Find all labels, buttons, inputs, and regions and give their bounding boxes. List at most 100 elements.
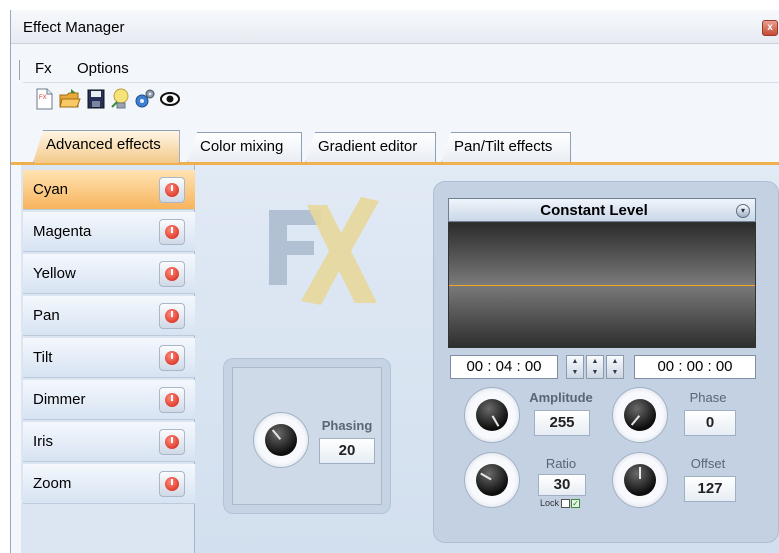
knob-cap bbox=[476, 399, 508, 431]
knob-pointer bbox=[491, 415, 500, 427]
lock-checkbox[interactable]: ✓ bbox=[571, 499, 581, 509]
offset-value[interactable]: 127 bbox=[684, 476, 736, 502]
power-button[interactable] bbox=[159, 219, 185, 245]
fx-logo bbox=[269, 197, 379, 305]
channel-label: Magenta bbox=[33, 223, 92, 240]
new-file-icon[interactable]: FX bbox=[33, 87, 55, 111]
chevron-down-icon[interactable]: ▾ bbox=[736, 204, 750, 218]
channel-item-dimmer[interactable]: Dimmer bbox=[23, 380, 195, 420]
channel-item-zoom[interactable]: Zoom bbox=[23, 464, 195, 504]
channel-item-tilt[interactable]: Tilt bbox=[23, 338, 195, 378]
knob-cap bbox=[624, 399, 656, 431]
knob-cap bbox=[624, 464, 656, 496]
waveform-name: Constant Level bbox=[540, 202, 648, 219]
power-icon bbox=[165, 267, 179, 281]
channel-label: Zoom bbox=[33, 475, 72, 492]
power-button[interactable] bbox=[159, 471, 185, 497]
tab-strip: Advanced effects Color mixing Gradient e… bbox=[11, 128, 779, 163]
time-start-field[interactable]: 00 : 04 : 00 bbox=[450, 355, 558, 379]
menu-grip bbox=[19, 60, 21, 80]
waveform-level-line bbox=[449, 285, 755, 286]
offset-knob[interactable] bbox=[612, 452, 668, 508]
amplitude-knob[interactable] bbox=[464, 387, 520, 443]
phase-knob[interactable] bbox=[612, 387, 668, 443]
lock-label: Lock bbox=[540, 498, 560, 508]
spin-down-icon[interactable]: ▼ bbox=[607, 367, 623, 378]
tab-pan-tilt-effects[interactable]: Pan/Tilt effects bbox=[441, 132, 572, 163]
save-icon[interactable] bbox=[85, 87, 107, 111]
spin-button-3[interactable]: ▲ ▼ bbox=[606, 355, 624, 379]
spin-up-icon[interactable]: ▲ bbox=[567, 356, 583, 367]
phasing-panel: Phasing 20 bbox=[223, 358, 391, 514]
menu-options[interactable]: Options bbox=[77, 60, 129, 77]
time-end-field[interactable]: 00 : 00 : 00 bbox=[634, 355, 756, 379]
channel-item-magenta[interactable]: Magenta bbox=[23, 212, 195, 252]
power-icon bbox=[165, 183, 179, 197]
menu-bar: Fx Options bbox=[11, 58, 779, 82]
spin-up-icon[interactable]: ▲ bbox=[607, 356, 623, 367]
channel-item-pan[interactable]: Pan bbox=[23, 296, 195, 336]
power-button[interactable] bbox=[159, 303, 185, 329]
phasing-knob[interactable] bbox=[253, 412, 309, 468]
ratio-knob[interactable] bbox=[464, 452, 520, 508]
spin-down-icon[interactable]: ▼ bbox=[587, 367, 603, 378]
spin-button-1[interactable]: ▲ ▼ bbox=[566, 355, 584, 379]
channel-item-cyan[interactable]: Cyan bbox=[23, 170, 195, 210]
phase-value[interactable]: 0 bbox=[684, 410, 736, 436]
tab-gradient-editor[interactable]: Gradient editor bbox=[305, 132, 437, 163]
settings-gears-icon[interactable] bbox=[133, 87, 155, 111]
open-folder-icon[interactable] bbox=[59, 87, 81, 111]
phasing-value[interactable]: 20 bbox=[319, 438, 375, 464]
power-button[interactable] bbox=[159, 345, 185, 371]
phasing-inner-frame: Phasing 20 bbox=[232, 367, 382, 505]
power-icon bbox=[165, 309, 179, 323]
channel-label: Cyan bbox=[33, 181, 69, 198]
menu-fx[interactable]: Fx bbox=[35, 60, 52, 77]
phase-label: Phase bbox=[689, 390, 727, 405]
svg-text:FX: FX bbox=[39, 95, 47, 101]
channel-list: Cyan Magenta Yellow Pan Tilt Dimmer Iris… bbox=[21, 165, 195, 553]
ratio-lock: Lock ✓ bbox=[540, 498, 581, 509]
close-button[interactable]: x bbox=[762, 20, 778, 36]
tab-color-mixing[interactable]: Color mixing bbox=[187, 132, 303, 163]
close-icon: x bbox=[767, 22, 773, 33]
power-icon bbox=[165, 351, 179, 365]
channel-item-yellow[interactable]: Yellow bbox=[23, 254, 195, 294]
spin-up-icon[interactable]: ▲ bbox=[587, 356, 603, 367]
waveform-panel: Constant Level ▾ 00 : 04 : 00 ▲ ▼ ▲ ▼ ▲ ▼ 0… bbox=[433, 181, 779, 543]
power-icon bbox=[165, 435, 179, 449]
offset-label: Offset bbox=[690, 456, 726, 471]
tab-advanced-effects[interactable]: Advanced effects bbox=[33, 130, 180, 163]
knob-pointer bbox=[630, 415, 641, 426]
knob-pointer bbox=[639, 467, 641, 479]
bulb-icon[interactable] bbox=[109, 87, 131, 111]
amplitude-value[interactable]: 255 bbox=[534, 410, 590, 436]
spin-down-icon[interactable]: ▼ bbox=[567, 367, 583, 378]
spin-button-2[interactable]: ▲ ▼ bbox=[586, 355, 604, 379]
power-button[interactable] bbox=[159, 387, 185, 413]
phasing-label: Phasing bbox=[321, 418, 373, 433]
knob-pointer bbox=[480, 472, 492, 481]
waveform-selector[interactable]: Constant Level ▾ bbox=[448, 198, 756, 222]
amplitude-label: Amplitude bbox=[529, 390, 593, 405]
power-button[interactable] bbox=[159, 429, 185, 455]
ratio-value[interactable]: 30 bbox=[538, 474, 586, 496]
power-button[interactable] bbox=[159, 261, 185, 287]
effect-manager-window: Effect Manager x Fx Options FX Advanced … bbox=[10, 10, 779, 553]
channel-label: Pan bbox=[33, 307, 60, 324]
channel-label: Dimmer bbox=[33, 391, 86, 408]
ratio-label: Ratio bbox=[545, 456, 577, 471]
waveform-preview bbox=[448, 222, 756, 348]
power-icon bbox=[165, 393, 179, 407]
channel-label: Iris bbox=[33, 433, 53, 450]
knob-cap bbox=[476, 464, 508, 496]
eye-icon[interactable] bbox=[159, 87, 181, 111]
tab-content-area: Cyan Magenta Yellow Pan Tilt Dimmer Iris… bbox=[21, 165, 779, 553]
lock-icon bbox=[561, 499, 571, 509]
channel-item-iris[interactable]: Iris bbox=[23, 422, 195, 462]
power-button[interactable] bbox=[159, 177, 185, 203]
knob-pointer bbox=[271, 429, 282, 440]
title-bar: Effect Manager x bbox=[11, 10, 779, 44]
channel-label: Yellow bbox=[33, 265, 76, 282]
power-icon bbox=[165, 477, 179, 491]
